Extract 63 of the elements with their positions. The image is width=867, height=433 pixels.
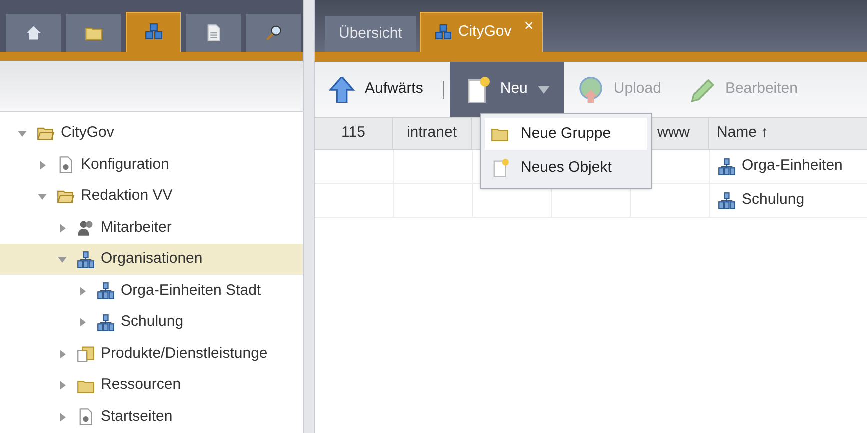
people-icon	[77, 219, 95, 238]
table-cell: Schulung	[710, 184, 867, 217]
toolbar-button[interactable]: Aufwärts	[315, 62, 438, 117]
icon-tab[interactable]	[6, 14, 61, 52]
cubes-icon	[435, 24, 452, 41]
collapsed-triangle-icon[interactable]	[37, 160, 47, 170]
table-cell: Orga-Einheiten	[710, 150, 867, 183]
tree-label: Konfiguration	[81, 154, 170, 175]
tree-label: Orga-Einheiten Stadt	[121, 280, 262, 301]
tree-label: Ressourcen	[101, 375, 182, 396]
toolbar-button[interactable]: Neu	[450, 62, 564, 117]
hierarchy-icon	[718, 158, 736, 176]
globe-upload-icon	[578, 76, 604, 102]
cubes-icon	[144, 23, 162, 42]
column-header[interactable]: intranet	[393, 118, 472, 149]
tree-item[interactable]: Konfiguration	[0, 149, 303, 181]
hierarchy-icon	[97, 282, 115, 300]
tree-item[interactable]: Ressourcen	[0, 370, 303, 402]
collapsed-triangle-icon[interactable]	[77, 318, 87, 328]
tree-item[interactable]: Produkte/Dienstleistunge	[0, 338, 303, 370]
tree-item[interactable]: Orga-Einheiten Stadt	[0, 275, 303, 307]
expanded-triangle-icon[interactable]	[17, 128, 27, 139]
document-folder-icon	[77, 345, 95, 364]
menu-item[interactable]: Neue Gruppe	[485, 118, 647, 150]
tree-label: Startseiten	[101, 406, 173, 427]
expanded-triangle-icon[interactable]	[37, 192, 47, 202]
menu-item[interactable]: Neues Objekt	[485, 152, 647, 184]
icon-tab[interactable]	[186, 14, 241, 52]
collapsed-triangle-icon[interactable]	[77, 286, 87, 296]
collapsed-triangle-icon[interactable]	[57, 349, 67, 360]
tab[interactable]: Übersicht	[325, 16, 416, 52]
new-document-icon	[491, 159, 509, 177]
tree-item[interactable]: Mitarbeiter	[0, 212, 303, 244]
collapsed-triangle-icon[interactable]	[57, 412, 67, 422]
tree-item[interactable]: Schulung	[0, 306, 303, 338]
tree-label: Redaktion VV	[81, 186, 173, 206]
tree-label: Schulung	[121, 312, 184, 332]
column-header[interactable]: 115	[315, 118, 393, 149]
collapsed-triangle-icon[interactable]	[57, 380, 67, 391]
tree-item[interactable]: CityGov	[0, 118, 303, 150]
gear-document-icon	[57, 156, 75, 174]
up-arrow-icon	[329, 76, 355, 102]
tree-item[interactable]: Organisationen	[0, 244, 303, 276]
gear-document-icon	[77, 408, 95, 426]
hierarchy-icon	[97, 314, 115, 332]
search-icon	[264, 24, 282, 42]
column-header[interactable]: Name ↑	[709, 118, 867, 149]
expanded-triangle-icon[interactable]	[57, 254, 67, 265]
tree-label: CityGov	[61, 123, 114, 144]
tree-label: Produkte/Dienstleistunge	[101, 344, 268, 364]
pencil-icon	[689, 76, 716, 102]
icon-tab[interactable]	[66, 14, 121, 52]
hierarchy-icon	[77, 250, 95, 269]
tree-item[interactable]: Redaktion VV	[0, 180, 303, 212]
tree-label: Mitarbeiter	[101, 218, 172, 238]
hierarchy-icon	[718, 192, 736, 210]
icon-tab[interactable]	[126, 12, 181, 52]
tree-item[interactable]: Startseiten	[0, 401, 303, 433]
icon-tab[interactable]	[246, 14, 301, 52]
home-icon	[24, 24, 42, 42]
tree-label: Organisationen	[101, 249, 203, 270]
collapsed-triangle-icon[interactable]	[57, 223, 67, 234]
dropdown-caret-icon	[538, 86, 550, 94]
